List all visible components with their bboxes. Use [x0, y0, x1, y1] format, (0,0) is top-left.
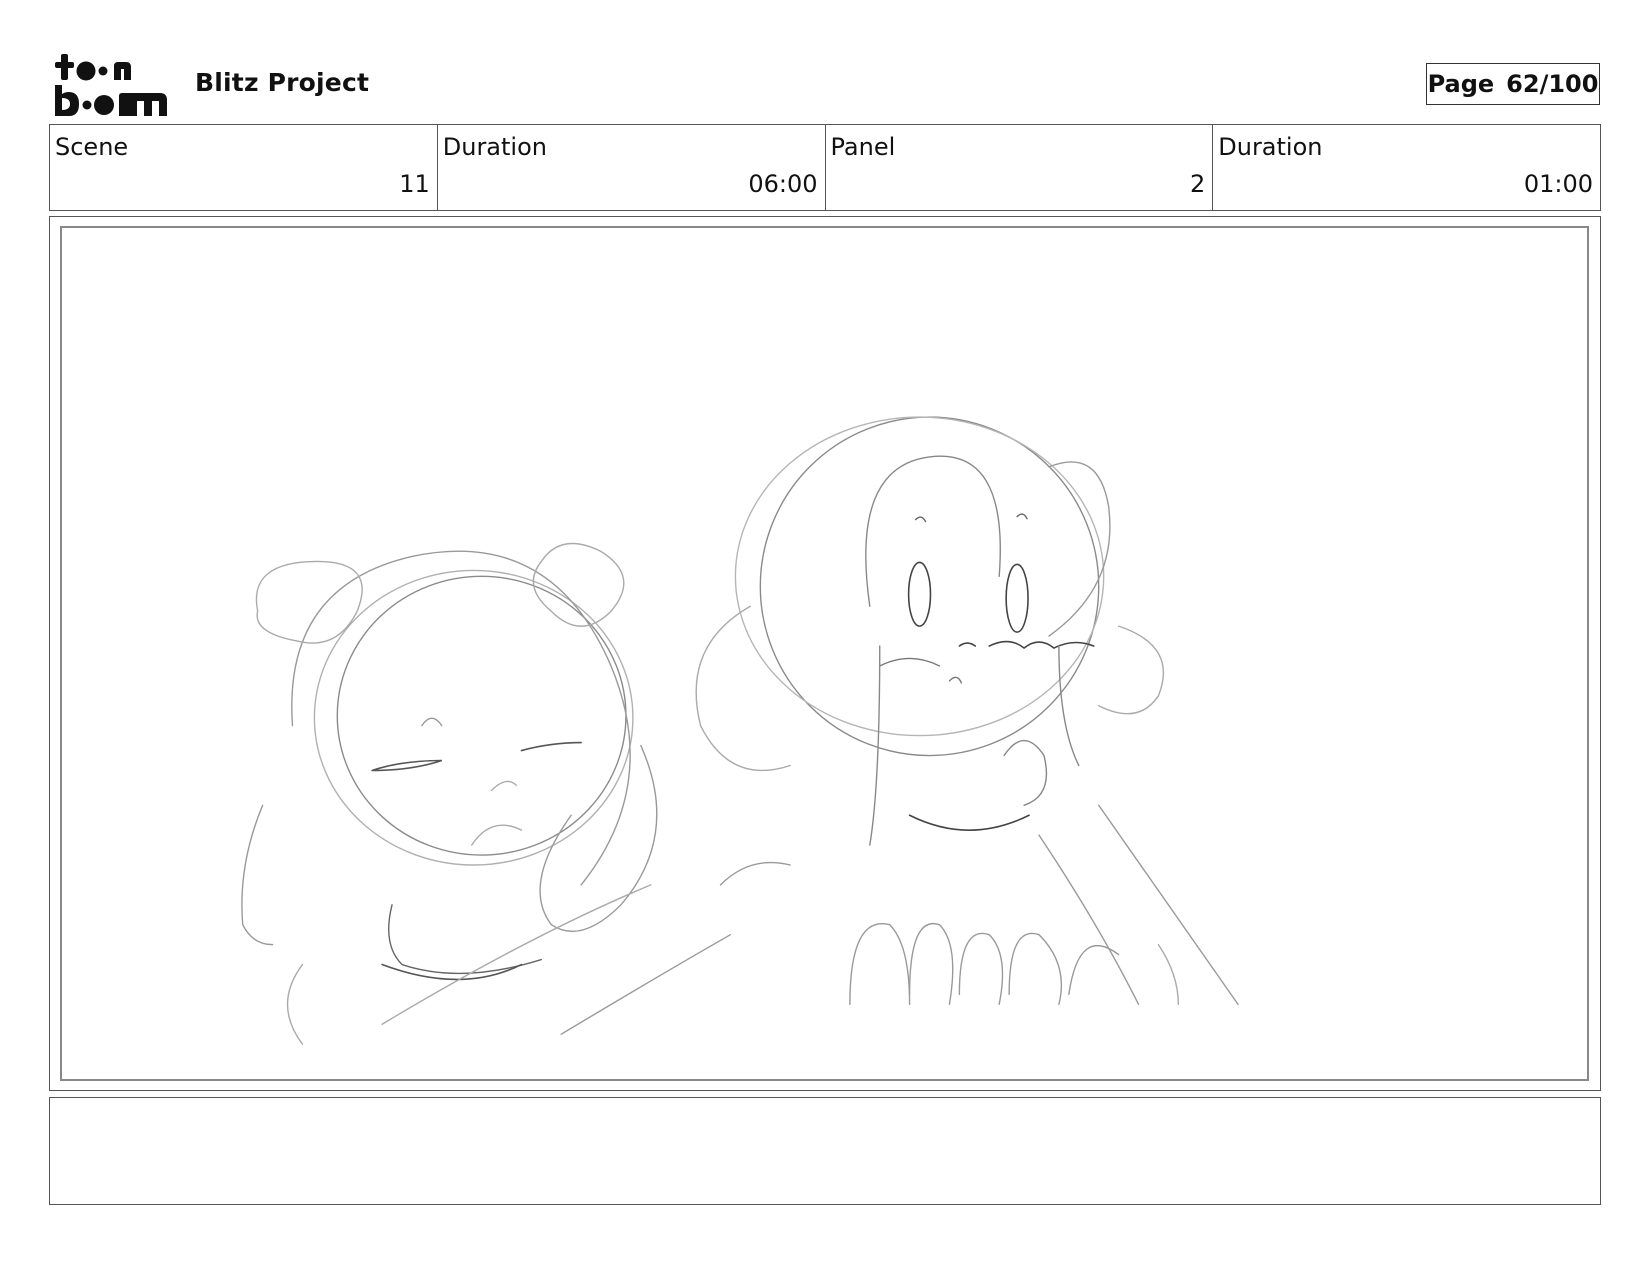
project-title: Blitz Project [195, 68, 370, 97]
scene-duration-label: Duration [442, 133, 547, 161]
toon-boom-logo [53, 52, 171, 118]
left-head-circle [336, 575, 627, 856]
panel-duration-cell: Duration 01:00 [1213, 125, 1600, 210]
panel-duration-label: Duration [1218, 133, 1323, 161]
scene-info-row: Scene 11 Duration 06:00 Panel 2 Duration… [49, 124, 1601, 211]
panel-cell: Panel 2 [826, 125, 1214, 210]
panel-image [60, 226, 1589, 1081]
caption-box[interactable] [49, 1097, 1601, 1205]
page-label: Page [1427, 70, 1495, 98]
page-indicator: Page 62/100 [1426, 63, 1600, 105]
page-number: 62/100 [1506, 70, 1599, 98]
panel-label: Panel [830, 133, 896, 161]
panel-value: 2 [1189, 170, 1206, 198]
sketch-drawing [241, 416, 1239, 1045]
panel-frame [49, 216, 1601, 1091]
scene-duration-value: 06:00 [748, 170, 818, 198]
panel-duration-value: 01:00 [1523, 170, 1593, 198]
scene-cell: Scene 11 [50, 125, 438, 210]
scene-duration-cell: Duration 06:00 [438, 125, 826, 210]
scene-label: Scene [55, 133, 129, 161]
logo-graphic [55, 54, 167, 116]
scene-value: 11 [399, 170, 430, 198]
